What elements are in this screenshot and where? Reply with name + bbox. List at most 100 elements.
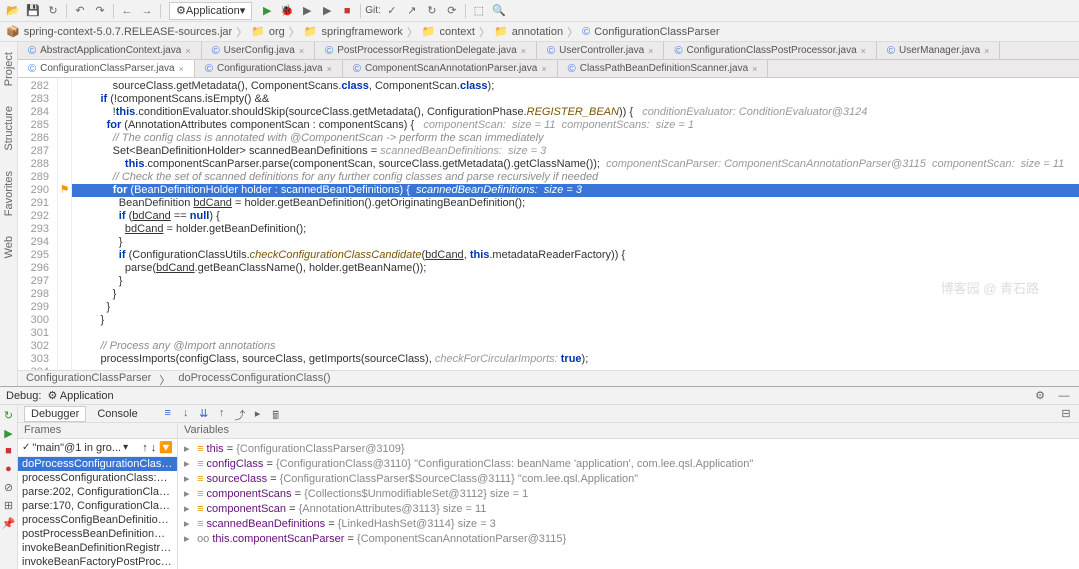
code-line[interactable]: BeanDefinition bdCand = holder.getBeanDe… [72,197,1079,210]
variable-row[interactable]: ▸ ≡ configClass = {ConfigurationClass@31… [182,456,1075,471]
stop-icon[interactable]: ■ [338,2,356,20]
code-line[interactable]: } [72,236,1079,249]
close-icon[interactable]: × [648,46,653,56]
search-icon[interactable]: 🔍 [490,2,508,20]
code-line[interactable]: parse(bdCand.getBeanClassName(), holder.… [72,262,1079,275]
profile-icon[interactable]: ▶ [318,2,336,20]
code-editor[interactable]: 2822832842852862872882892902912922932942… [18,78,1079,370]
variable-row[interactable]: ▸ ≡ this = {ConfigurationClassParser@310… [182,441,1075,456]
editor-tab[interactable]: © ClassPathBeanDefinitionScanner.java × [558,60,769,77]
evaluate-icon[interactable]: 🖩 [269,407,283,421]
close-icon[interactable]: × [179,64,184,74]
gear-icon[interactable]: ⚙ [1031,387,1049,405]
stop-debug-icon[interactable]: ■ [2,445,16,459]
code-line[interactable]: for (AnnotationAttributes componentScan … [72,119,1079,132]
layout-icon[interactable]: ⊞ [2,499,16,513]
breakpoint-gutter[interactable]: ⚑ [58,78,72,370]
git-push-icon[interactable]: ↗ [403,2,421,20]
close-icon[interactable]: × [521,46,526,56]
code-line[interactable]: bdCand = holder.getBeanDefinition(); [72,223,1079,236]
editor-tab[interactable]: © PostProcessorRegistrationDelegate.java… [315,42,537,59]
close-icon[interactable]: × [185,46,190,56]
close-icon[interactable]: × [861,46,866,56]
git-update-icon[interactable]: ↻ [423,2,441,20]
variable-row[interactable]: ▸ ≡ sourceClass = {ConfigurationClassPar… [182,471,1075,486]
close-icon[interactable]: × [752,64,757,74]
coverage-icon[interactable]: ▶ [298,2,316,20]
code-line[interactable] [72,366,1079,370]
editor-tab[interactable]: © ConfigurationClassPostProcessor.java × [664,42,876,59]
editor-tab[interactable]: © AbstractApplicationContext.java × [18,42,202,59]
code-line[interactable] [72,327,1079,340]
rerun-icon[interactable]: ↻ [2,409,16,423]
git-history-icon[interactable]: ⟳ [443,2,461,20]
git-commit-icon[interactable]: ✓ [383,2,401,20]
stack-frame[interactable]: postProcessBeanDefinitionRegistry:233, [18,527,177,541]
step-into-icon[interactable]: ↓ [179,407,193,421]
variable-row[interactable]: ▸ ≡ componentScan = {AnnotationAttribute… [182,501,1075,516]
debugger-tab[interactable]: Debugger [24,406,86,422]
code-line[interactable]: } [72,301,1079,314]
code-line[interactable]: // Check the set of scanned definitions … [72,171,1079,184]
code-line[interactable]: for (BeanDefinitionHolder holder : scann… [72,184,1079,197]
code-line[interactable]: } [72,275,1079,288]
code-line[interactable]: this.componentScanParser.parse(component… [72,158,1079,171]
code-line[interactable]: // The config class is annotated with @C… [72,132,1079,145]
back-icon[interactable]: ← [118,2,136,20]
code-line[interactable]: if (ConfigurationClassUtils.checkConfigu… [72,249,1079,262]
close-icon[interactable]: × [299,46,304,56]
undo-icon[interactable]: ↶ [71,2,89,20]
code-line[interactable]: // Process any @Import annotations [72,340,1079,353]
structure-tool[interactable]: Structure [3,106,15,151]
stack-frame[interactable]: invokeBeanDefinitionRegistryPostProces [18,541,177,555]
save-icon[interactable]: 💾 [24,2,42,20]
thread-selector[interactable]: ✓ "main"@1 in gro... ▾ ↑ ↓ 🔽 [18,439,177,457]
step-over-icon[interactable]: ≡ [161,407,175,421]
force-step-into-icon[interactable]: ⇊ [197,407,211,421]
code-line[interactable]: if (!componentScans.isEmpty() && [72,93,1079,106]
debug-icon[interactable]: 🐞 [278,2,296,20]
stack-frame[interactable]: doProcessConfigurationClass:290, Conf [18,457,177,471]
resume-icon[interactable]: ▶ [2,427,16,441]
open-icon[interactable]: 📂 [4,2,22,20]
forward-icon[interactable]: → [138,2,156,20]
drop-frame-icon[interactable]: ⤴ [233,407,247,421]
web-tool[interactable]: Web [3,236,15,258]
stack-frame[interactable]: parse:202, ConfigurationClassParser (o [18,485,177,499]
favorites-tool[interactable]: Favorites [3,171,15,216]
close-icon[interactable]: × [327,64,332,74]
code-line[interactable]: Set<BeanDefinitionHolder> scannedBeanDef… [72,145,1079,158]
editor-tab[interactable]: © UserManager.java × [877,42,1001,59]
breakpoints-icon[interactable]: ● [2,463,16,477]
refresh-icon[interactable]: ↻ [44,2,62,20]
code-line[interactable]: !this.conditionEvaluator.shouldSkip(sour… [72,106,1079,119]
code-line[interactable]: sourceClass.getMetadata(), ComponentScan… [72,80,1079,93]
editor-tab[interactable]: © ConfigurationClassParser.java × [18,60,195,77]
minimize-icon[interactable]: — [1055,387,1073,405]
console-tab[interactable]: Console [90,406,144,422]
variable-row[interactable]: ▸ ≡ componentScans = {Collections$Unmodi… [182,486,1075,501]
editor-tab[interactable]: © ComponentScanAnnotationParser.java × [343,60,558,77]
stack-frame[interactable]: processConfigurationClass:245, Config [18,471,177,485]
redo-icon[interactable]: ↷ [91,2,109,20]
stack-frame[interactable]: parse:170, ConfigurationClassParser (o [18,499,177,513]
stack-frame[interactable]: processConfigBeanDefinitions:316, Con [18,513,177,527]
run-to-cursor-icon[interactable]: ▸ [251,407,265,421]
editor-tab[interactable]: © ConfigurationClass.java × [195,60,343,77]
project-tool[interactable]: Project [3,52,15,86]
stack-frame[interactable]: invokeBeanFactoryPostProcessors:93, Po [18,555,177,569]
close-icon[interactable]: × [541,64,546,74]
code-line[interactable]: if (bdCand == null) { [72,210,1079,223]
run-icon[interactable]: ▶ [258,2,276,20]
expand-icon[interactable]: ⊟ [1059,407,1073,421]
variable-row[interactable]: ▸ ≡ scannedBeanDefinitions = {LinkedHash… [182,516,1075,531]
code-line[interactable]: processImports(configClass, sourceClass,… [72,353,1079,366]
code-line[interactable]: } [72,288,1079,301]
run-config-selector[interactable]: ⚙ Application ▾ [169,2,252,20]
mute-icon[interactable]: ⊘ [2,481,16,495]
code-line[interactable]: } [72,314,1079,327]
editor-tab[interactable]: © UserConfig.java × [202,42,316,59]
editor-tab[interactable]: © UserController.java × [537,42,664,59]
structure-icon[interactable]: ⬚ [470,2,488,20]
variable-row[interactable]: ▸ oo this.componentScanParser = {Compone… [182,531,1075,546]
